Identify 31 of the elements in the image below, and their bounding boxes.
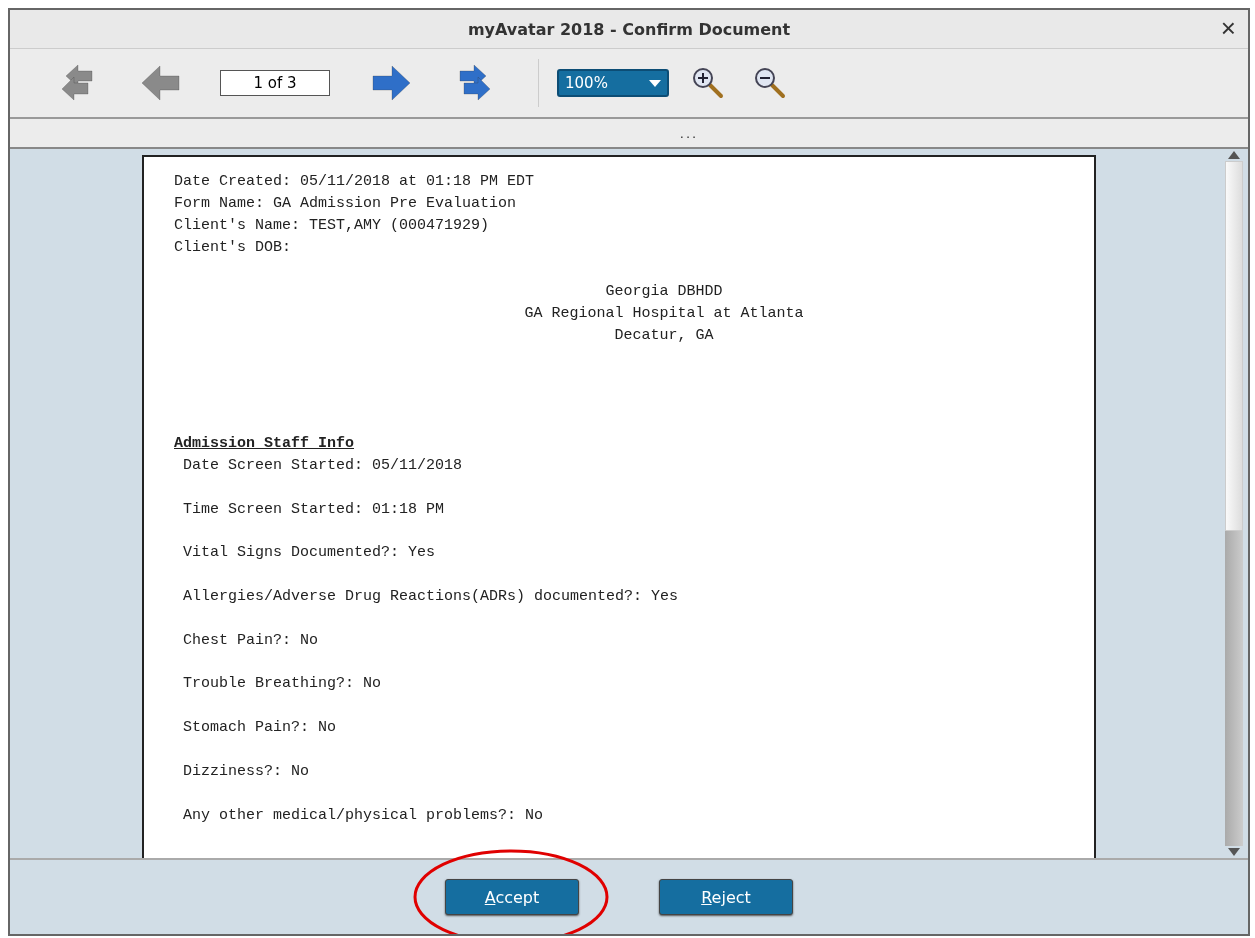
close-button[interactable]: ×: [1214, 14, 1242, 42]
form-answer: Chest Pain?: No: [183, 630, 320, 651]
zoom-dropdown[interactable]: 100%: [557, 69, 669, 97]
accept-button[interactable]: Accept: [445, 879, 579, 915]
caret-icon: [649, 79, 661, 87]
header-line: Client's DOB:: [174, 238, 293, 258]
form-answer: Any other medical/physical problems?: No: [183, 805, 545, 826]
form-answer: Time Screen Started: 01:18 PM: [183, 499, 446, 520]
form-answer: Stomach Pain?: No: [183, 718, 338, 739]
form-answer: Allergies/Adverse Drug Reactions(ADRs) documented?: Yes: [183, 587, 680, 608]
scrollbar[interactable]: [1224, 151, 1244, 856]
up-arrow-icon[interactable]: [1228, 151, 1240, 159]
form-answer: Trouble Breathing?: No: [183, 674, 383, 695]
facility-line: Decatur, GA: [614, 326, 714, 346]
header-line: Date Created: 05/11/2018 at 01:18 PM EDT: [174, 172, 536, 192]
zoom-out-icon[interactable]: [753, 66, 787, 100]
window-title: myAvatar 2018 - Confirm Document: [467, 19, 791, 39]
scrollbar-thumb[interactable]: [1225, 161, 1243, 531]
header-line: Form Name: GA Admission Pre Evaluation: [174, 194, 518, 214]
header-line: Client's Name: TEST,AMY (000471929): [174, 216, 491, 236]
reject-button[interactable]: Reject: [659, 879, 793, 915]
facility-line: Georgia DBHDD: [605, 282, 723, 302]
page-field[interactable]: 1 of 3: [220, 70, 330, 96]
zoom-in-icon[interactable]: [691, 66, 725, 100]
down-arrow-icon[interactable]: [1228, 848, 1240, 856]
splitter-grip: ...: [679, 125, 699, 141]
form-answer: Date Screen Started: 05/11/2018: [183, 456, 464, 476]
form-answer: Dizziness?: No: [183, 761, 311, 782]
form-answer: Vital Signs Documented?: Yes: [183, 543, 437, 564]
section-heading: Admission Staff Info: [174, 434, 356, 454]
facility-line: GA Regional Hospital at Atlanta: [524, 304, 804, 324]
